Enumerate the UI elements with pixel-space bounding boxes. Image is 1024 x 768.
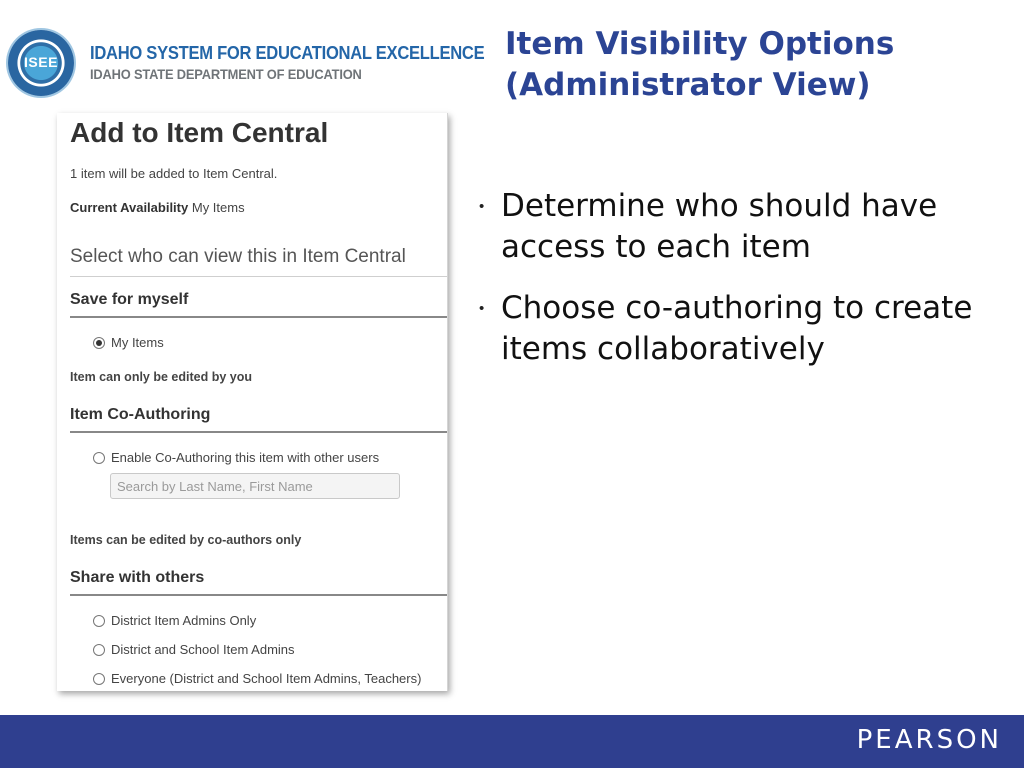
radio-district-school-admins[interactable]: District and School Item Admins [93,642,295,657]
pearson-logo: PEARSON [856,725,1002,755]
radio-district-item-admins[interactable]: District Item Admins Only [93,613,256,628]
save-for-myself-heading: Save for myself [70,291,189,308]
radio-everyone-label: Everyone (District and School Item Admin… [111,671,422,686]
save-for-myself-note: Item can only be edited by you [70,370,252,384]
radio-everyone[interactable]: Everyone (District and School Item Admin… [93,671,421,686]
radio-district-item-admins-label: District Item Admins Only [111,613,257,628]
slide-title: Item Visibility Options (Administrator V… [505,24,985,106]
slide-title-line2: (Administrator View) [505,67,871,103]
dialog-title: Add to Item Central [70,117,329,148]
divider [70,276,447,277]
radio-enable-co-authoring[interactable]: Enable Co-Authoring this item with other… [93,450,379,465]
radio-district-school-admins-label: District and School Item Admins [111,642,295,657]
co-authoring-note: Items can be edited by co-authors only [70,533,302,547]
radio-enable-co-authoring-label: Enable Co-Authoring this item with other… [111,450,380,465]
section-divider [70,316,447,318]
current-availability: Current Availability My Items [70,200,245,215]
co-author-search-input[interactable] [110,473,400,499]
add-to-item-central-dialog: Add to Item Central 1 item will be added… [57,113,448,691]
dialog-note: 1 item will be added to Item Central. [70,166,278,181]
availability-label: Current Availability [70,200,189,215]
section-divider [70,594,447,596]
co-authoring-heading: Item Co-Authoring [70,406,211,423]
isee-seal-icon: ISEE [8,30,74,96]
footer-bar: PEARSON [0,715,1024,768]
radio-unselected-icon[interactable] [93,614,105,627]
bullet-list: • Determine who should have access to ea… [476,186,996,390]
section-divider [70,431,447,433]
radio-selected-icon[interactable] [93,336,105,349]
slide-title-line1: Item Visibility Options [505,26,895,62]
bullet-dot-icon: • [479,198,485,215]
radio-my-items-label: My Items [111,335,164,350]
logo-subtitle: IDAHO STATE DEPARTMENT OF EDUCATION [90,66,362,82]
bullet-item: • Determine who should have access to ea… [476,186,996,268]
availability-value: My Items [191,200,245,215]
radio-unselected-icon[interactable] [93,672,105,685]
radio-my-items[interactable]: My Items [93,335,164,350]
share-with-others-heading: Share with others [70,569,205,586]
logo-title: IDAHO SYSTEM FOR EDUCATIONAL EXCELLENCE [90,43,485,63]
bullet-text: Choose co-authoring to create items coll… [501,290,973,367]
isee-logo: ISEE IDAHO SYSTEM FOR EDUCATIONAL EXCELL… [8,30,485,98]
radio-unselected-icon[interactable] [93,451,105,464]
bullet-item: • Choose co-authoring to create items co… [476,288,996,370]
seal-text: ISEE [24,54,58,70]
radio-unselected-icon[interactable] [93,643,105,656]
bullet-text: Determine who should have access to each… [501,188,938,265]
select-viewers-heading: Select who can view this in Item Central [70,246,406,267]
bullet-dot-icon: • [479,300,485,317]
